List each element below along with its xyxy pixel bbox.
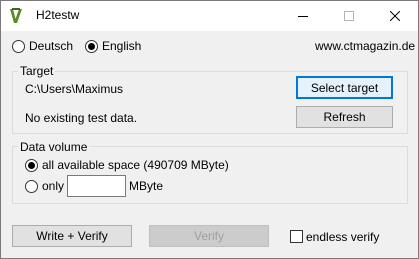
title-bar[interactable]: H2testw bbox=[1, 1, 418, 31]
minimize-button[interactable] bbox=[280, 1, 326, 31]
target-group-title: Target bbox=[18, 64, 56, 78]
language-label-english: English bbox=[102, 39, 142, 53]
close-button[interactable] bbox=[372, 1, 418, 31]
language-option-english[interactable]: English bbox=[85, 39, 141, 53]
select-target-button[interactable]: Select target bbox=[296, 76, 393, 99]
language-option-deutsch[interactable]: Deutsch bbox=[12, 39, 73, 53]
maximize-button[interactable] bbox=[326, 1, 372, 31]
all-space-option[interactable]: all available space (490709 MByte) bbox=[25, 158, 229, 172]
radio-deutsch[interactable] bbox=[12, 39, 25, 53]
radio-only[interactable] bbox=[25, 179, 38, 193]
only-unit-label: MByte bbox=[129, 179, 164, 193]
endless-verify-label: endless verify bbox=[306, 230, 380, 244]
h2testw-window: H2testw Deutsch English www.ctmagazin.de… bbox=[0, 0, 419, 259]
write-verify-button[interactable]: Write + Verify bbox=[12, 225, 132, 247]
minimize-icon bbox=[298, 16, 308, 17]
only-label: only bbox=[42, 179, 65, 193]
refresh-button[interactable]: Refresh bbox=[296, 106, 393, 128]
all-space-label: all available space (490709 MByte) bbox=[42, 158, 229, 172]
radio-all-space[interactable] bbox=[25, 158, 38, 172]
target-status: No existing test data. bbox=[25, 111, 138, 125]
maximize-icon bbox=[344, 11, 354, 21]
app-icon bbox=[10, 8, 22, 23]
data-volume-group-title: Data volume bbox=[18, 140, 90, 154]
window-title: H2testw bbox=[36, 8, 80, 22]
website-label: www.ctmagazin.de bbox=[315, 39, 416, 53]
verify-button[interactable]: Verify bbox=[149, 225, 269, 247]
radio-english[interactable] bbox=[85, 39, 98, 53]
close-icon bbox=[390, 11, 400, 21]
target-path: C:\Users\Maximus bbox=[25, 82, 124, 96]
language-label-deutsch: Deutsch bbox=[29, 39, 74, 53]
endless-verify-checkbox[interactable] bbox=[290, 230, 303, 243]
only-option[interactable]: only bbox=[25, 179, 64, 193]
only-mbyte-input[interactable] bbox=[67, 175, 126, 197]
